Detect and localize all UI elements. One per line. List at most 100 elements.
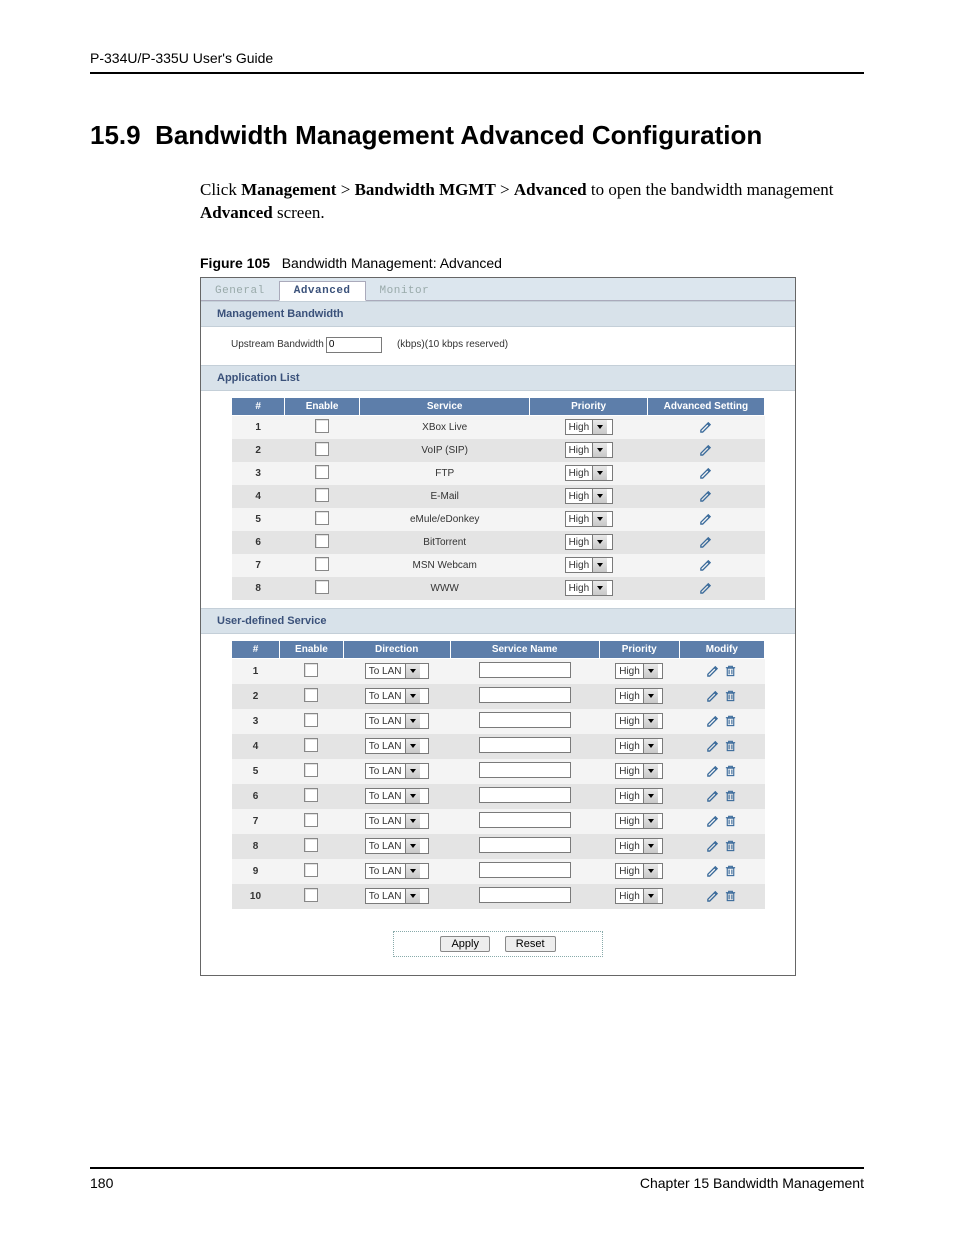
dropdown[interactable]: High [615,663,663,679]
edit-icon[interactable] [706,738,720,752]
trash-icon[interactable] [724,813,738,827]
chevron-down-icon[interactable] [592,466,607,480]
chevron-down-icon[interactable] [643,714,658,728]
chevron-down-icon[interactable] [405,864,420,878]
chevron-down-icon[interactable] [643,864,658,878]
chevron-down-icon[interactable] [643,839,658,853]
edit-icon[interactable] [699,442,713,456]
enable-checkbox[interactable] [315,442,329,456]
upstream-bandwidth-input[interactable] [326,337,382,353]
trash-icon[interactable] [724,888,738,902]
enable-checkbox[interactable] [315,511,329,525]
enable-checkbox[interactable] [304,838,318,852]
enable-checkbox[interactable] [304,888,318,902]
trash-icon[interactable] [724,863,738,877]
chevron-down-icon[interactable] [405,689,420,703]
chevron-down-icon[interactable] [405,839,420,853]
edit-icon[interactable] [706,688,720,702]
chevron-down-icon[interactable] [592,535,607,549]
apply-button[interactable]: Apply [440,936,490,952]
chevron-down-icon[interactable] [405,739,420,753]
chevron-down-icon[interactable] [405,714,420,728]
service-name-input[interactable] [479,687,571,703]
dropdown[interactable]: High [565,511,613,527]
enable-checkbox[interactable] [304,688,318,702]
dropdown[interactable]: To LAN [365,863,429,879]
tab-advanced[interactable]: Advanced [279,281,366,301]
chevron-down-icon[interactable] [643,739,658,753]
dropdown[interactable]: To LAN [365,788,429,804]
chevron-down-icon[interactable] [405,789,420,803]
dropdown[interactable]: High [565,465,613,481]
dropdown[interactable]: High [565,580,613,596]
trash-icon[interactable] [724,663,738,677]
service-name-input[interactable] [479,712,571,728]
chevron-down-icon[interactable] [405,764,420,778]
trash-icon[interactable] [724,738,738,752]
edit-icon[interactable] [706,713,720,727]
enable-checkbox[interactable] [315,465,329,479]
edit-icon[interactable] [699,580,713,594]
edit-icon[interactable] [699,465,713,479]
dropdown[interactable]: High [565,557,613,573]
edit-icon[interactable] [706,813,720,827]
service-name-input[interactable] [479,737,571,753]
service-name-input[interactable] [479,812,571,828]
dropdown[interactable]: High [565,488,613,504]
enable-checkbox[interactable] [315,488,329,502]
enable-checkbox[interactable] [315,580,329,594]
dropdown[interactable]: To LAN [365,763,429,779]
trash-icon[interactable] [724,763,738,777]
enable-checkbox[interactable] [304,738,318,752]
enable-checkbox[interactable] [304,663,318,677]
trash-icon[interactable] [724,788,738,802]
trash-icon[interactable] [724,688,738,702]
enable-checkbox[interactable] [304,763,318,777]
trash-icon[interactable] [724,838,738,852]
chevron-down-icon[interactable] [592,512,607,526]
edit-icon[interactable] [706,788,720,802]
service-name-input[interactable] [479,862,571,878]
chevron-down-icon[interactable] [592,489,607,503]
chevron-down-icon[interactable] [643,789,658,803]
dropdown[interactable]: To LAN [365,813,429,829]
dropdown[interactable]: To LAN [365,713,429,729]
enable-checkbox[interactable] [304,713,318,727]
chevron-down-icon[interactable] [643,889,658,903]
dropdown[interactable]: To LAN [365,838,429,854]
enable-checkbox[interactable] [304,813,318,827]
edit-icon[interactable] [706,663,720,677]
edit-icon[interactable] [699,557,713,571]
dropdown[interactable]: To LAN [365,888,429,904]
dropdown[interactable]: High [615,713,663,729]
edit-icon[interactable] [706,888,720,902]
service-name-input[interactable] [479,837,571,853]
dropdown[interactable]: To LAN [365,688,429,704]
edit-icon[interactable] [699,419,713,433]
edit-icon[interactable] [699,534,713,548]
enable-checkbox[interactable] [304,788,318,802]
chevron-down-icon[interactable] [643,814,658,828]
dropdown[interactable]: High [615,813,663,829]
enable-checkbox[interactable] [304,863,318,877]
chevron-down-icon[interactable] [592,581,607,595]
chevron-down-icon[interactable] [405,814,420,828]
chevron-down-icon[interactable] [643,764,658,778]
dropdown[interactable]: High [565,419,613,435]
enable-checkbox[interactable] [315,534,329,548]
reset-button[interactable]: Reset [505,936,556,952]
enable-checkbox[interactable] [315,419,329,433]
edit-icon[interactable] [706,863,720,877]
dropdown[interactable]: High [615,688,663,704]
chevron-down-icon[interactable] [405,889,420,903]
service-name-input[interactable] [479,887,571,903]
dropdown[interactable]: High [615,838,663,854]
service-name-input[interactable] [479,762,571,778]
tab-monitor[interactable]: Monitor [366,282,444,300]
chevron-down-icon[interactable] [592,443,607,457]
edit-icon[interactable] [706,763,720,777]
dropdown[interactable]: High [565,534,613,550]
enable-checkbox[interactable] [315,557,329,571]
chevron-down-icon[interactable] [592,558,607,572]
tab-general[interactable]: General [201,282,279,300]
